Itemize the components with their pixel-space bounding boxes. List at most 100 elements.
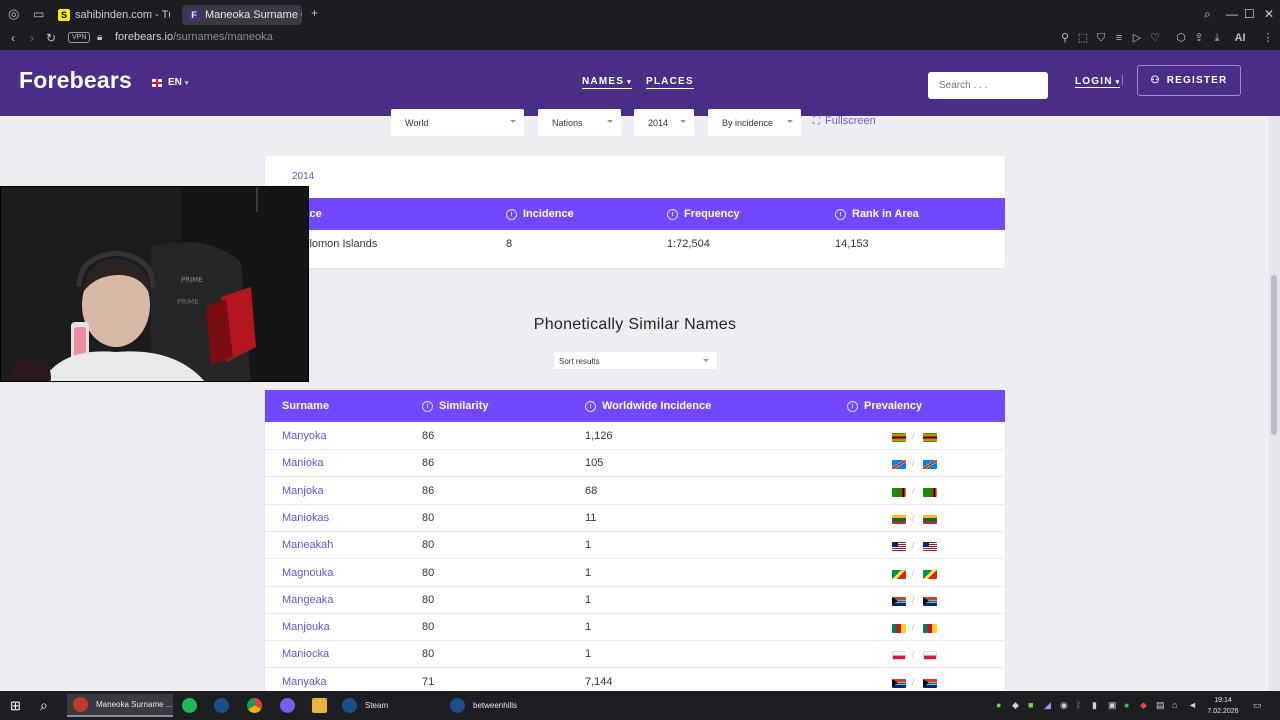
south-africa-flag-icon[interactable]	[923, 597, 937, 606]
maximize-icon[interactable]: ☐	[1244, 7, 1255, 21]
download-icon[interactable]: ⤓	[1211, 32, 1223, 44]
share-icon[interactable]: ⇪	[1193, 32, 1205, 44]
year-tab[interactable]: 2014	[292, 171, 314, 182]
poland-flag-icon[interactable]	[923, 651, 937, 660]
tray-icon[interactable]: ●	[1124, 700, 1129, 710]
lithuania-flag-icon[interactable]	[892, 515, 906, 524]
tab-forebears[interactable]: F Maneoka Surname Origin	[182, 5, 302, 25]
col-incidence[interactable]: i Incidence	[506, 208, 574, 220]
mode-select[interactable]: By incidence	[708, 109, 801, 136]
tray-icon[interactable]: ▣	[1108, 700, 1117, 711]
surname-link[interactable]: Maniokas	[282, 512, 329, 524]
surname-link[interactable]: Manyaka	[282, 676, 327, 688]
lock-icon[interactable]: 🔒︎	[97, 32, 102, 43]
easy-setup-icon[interactable]: ≡	[1113, 32, 1125, 44]
tab-manager-icon[interactable]: ▭	[33, 7, 44, 21]
taskbar-app-opera[interactable]: Maneoka Surname ...	[67, 694, 173, 717]
nav-names[interactable]: NAMES ▾	[582, 76, 632, 89]
dr-congo-flag-icon[interactable]	[923, 460, 937, 469]
liberia-flag-icon[interactable]	[923, 542, 937, 551]
south-africa-flag-icon[interactable]	[892, 679, 906, 688]
browser-menu-icon[interactable]: ⋮	[1262, 32, 1274, 44]
notifications-icon[interactable]: ▭	[1253, 700, 1262, 711]
south-africa-flag-icon[interactable]	[892, 597, 906, 606]
forward-icon[interactable]: ›	[30, 31, 34, 45]
dr-congo-flag-icon[interactable]	[892, 460, 906, 469]
zambia-flag-icon[interactable]	[892, 488, 906, 497]
volume-icon[interactable]: ◄	[1188, 700, 1197, 710]
tray-icon[interactable]: ◆	[1140, 700, 1147, 711]
region-select[interactable]: World	[391, 109, 524, 136]
col-surname[interactable]: Surname	[282, 400, 329, 412]
surname-link[interactable]: Manioka	[282, 457, 324, 469]
col-similarity[interactable]: i Similarity	[422, 400, 489, 412]
taskbar-clock[interactable]: 19:14 7.02.2026	[1204, 695, 1242, 717]
tray-icon[interactable]: ●	[996, 700, 1001, 710]
url-field[interactable]: forebears.io/surnames/maneoka	[115, 31, 273, 43]
snapshot-icon[interactable]: ⬚	[1077, 32, 1089, 44]
close-window-icon[interactable]: ✕	[1264, 7, 1274, 21]
taskbar-app-betweenhills[interactable]: betweenhills	[444, 694, 548, 717]
liberia-flag-icon[interactable]	[892, 542, 906, 551]
surname-link[interactable]: Mangeaka	[282, 594, 333, 606]
aria-ai-icon[interactable]: AI	[1228, 32, 1252, 44]
spotify-icon[interactable]	[182, 698, 197, 713]
fullscreen-button[interactable]: ⛶ Fullscreen	[813, 115, 876, 127]
level-select[interactable]: Nations	[538, 109, 621, 136]
search-icon[interactable]: ⌕	[40, 697, 48, 714]
scrollbar-thumb[interactable]	[1271, 275, 1277, 435]
pin-icon[interactable]: ⚲	[1059, 32, 1071, 44]
site-search-input[interactable]	[928, 72, 1048, 99]
tray-icon[interactable]: ■	[1028, 700, 1033, 710]
bluetooth-icon[interactable]: ᛒ	[1076, 700, 1081, 710]
surname-link[interactable]: Manyoka	[282, 430, 327, 442]
tray-icon[interactable]: ◢	[1044, 700, 1051, 711]
discord-icon[interactable]	[280, 698, 295, 713]
year-select[interactable]: 2014	[634, 109, 694, 136]
chrome-icon[interactable]	[247, 698, 262, 713]
tab-sahibinden[interactable]: S sahibinden.com - Türkiye'	[52, 5, 170, 25]
surname-link[interactable]: Magnouka	[282, 567, 333, 579]
file-explorer-icon[interactable]	[312, 698, 327, 713]
surname-link[interactable]: Manjoka	[282, 485, 324, 497]
tray-icon[interactable]: ▮	[1092, 700, 1097, 711]
surname-link[interactable]: Maneakah	[282, 539, 333, 551]
tray-icon[interactable]: ▤	[1156, 700, 1165, 711]
new-tab-button[interactable]: +	[311, 6, 318, 20]
congo-flag-icon[interactable]	[923, 570, 937, 579]
register-button[interactable]: ⚇ REGISTER	[1137, 65, 1241, 96]
zambia-flag-icon[interactable]	[923, 488, 937, 497]
minimize-icon[interactable]: —	[1226, 7, 1238, 21]
poland-flag-icon[interactable]	[892, 651, 906, 660]
sort-results-select[interactable]: Sort results	[553, 351, 718, 370]
taskbar-app-steam[interactable]: Steam	[336, 694, 440, 717]
cameroon-flag-icon[interactable]	[923, 624, 937, 633]
tray-icon[interactable]: ◆	[1012, 700, 1019, 711]
player-icon[interactable]: ▷	[1131, 32, 1143, 44]
zimbabwe-flag-icon[interactable]	[892, 433, 906, 442]
extensions-icon[interactable]: ⬡	[1175, 32, 1187, 44]
back-icon[interactable]: ‹	[11, 31, 15, 45]
col-worldwide-incidence[interactable]: i Worldwide Incidence	[585, 400, 711, 412]
steam-icon[interactable]	[214, 698, 229, 713]
vpn-badge[interactable]: VPN	[68, 32, 91, 43]
tray-icon[interactable]: ◉	[1060, 700, 1068, 711]
lithuania-flag-icon[interactable]	[923, 515, 937, 524]
login-menu[interactable]: LOGIN ▾	[1075, 76, 1121, 88]
start-icon[interactable]: ⊞	[10, 698, 21, 714]
surname-link[interactable]: Manjouka	[282, 621, 330, 633]
adblock-shield-icon[interactable]: ⛉	[1095, 32, 1107, 44]
bookmark-heart-icon[interactable]: ♡	[1149, 32, 1161, 44]
cameroon-flag-icon[interactable]	[892, 624, 906, 633]
site-logo[interactable]: Forebears	[19, 67, 132, 94]
surname-link[interactable]: Maniocka	[282, 648, 329, 660]
congo-flag-icon[interactable]	[892, 570, 906, 579]
col-rank[interactable]: i Rank in Area	[835, 208, 919, 220]
search-tabs-icon[interactable]: ⌕	[1204, 7, 1211, 22]
nav-places[interactable]: PLACES	[646, 76, 694, 89]
language-selector[interactable]: EN ▾	[152, 77, 188, 88]
network-icon[interactable]: ⌂	[1172, 700, 1177, 710]
zimbabwe-flag-icon[interactable]	[923, 433, 937, 442]
reload-icon[interactable]: ↻	[46, 31, 56, 45]
col-prevalency[interactable]: i Prevalency	[847, 400, 922, 412]
